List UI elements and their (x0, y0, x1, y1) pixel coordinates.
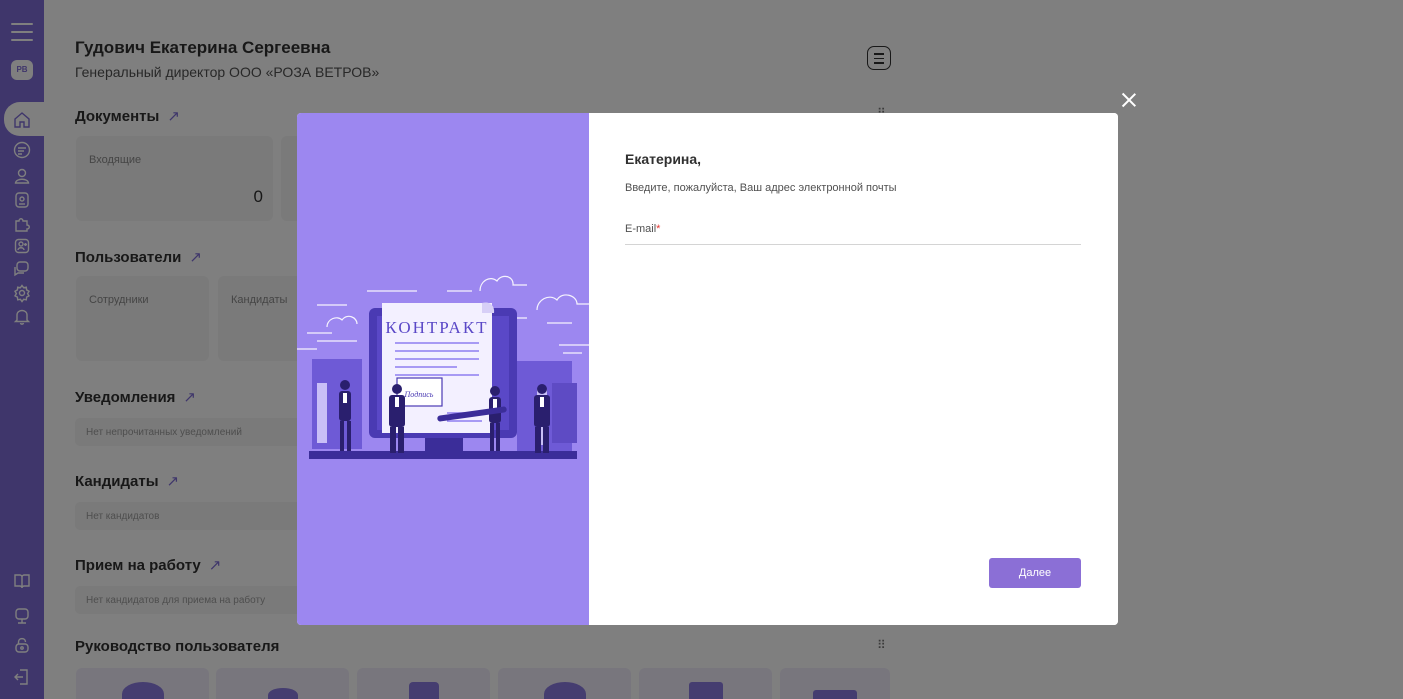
greeting: Екатерина, (625, 151, 702, 167)
signature-text: Подпись (404, 390, 434, 399)
email-form: Екатерина, Введите, пожалуйста, Ваш адре… (589, 113, 1118, 625)
contract-title: КОНТРАКТ (385, 318, 488, 337)
next-button[interactable]: Далее (989, 558, 1081, 588)
contract-illustration: КОНТРАКТ Подпись (297, 113, 589, 625)
email-modal: КОНТРАКТ Подпись Екатерина, Введите, пож… (297, 113, 1118, 625)
email-input[interactable] (625, 217, 1081, 244)
email-field[interactable]: E-mail* (625, 217, 1081, 245)
email-prompt: Введите, пожалуйста, Ваш адрес электронн… (625, 182, 897, 194)
close-icon[interactable] (1119, 90, 1139, 110)
